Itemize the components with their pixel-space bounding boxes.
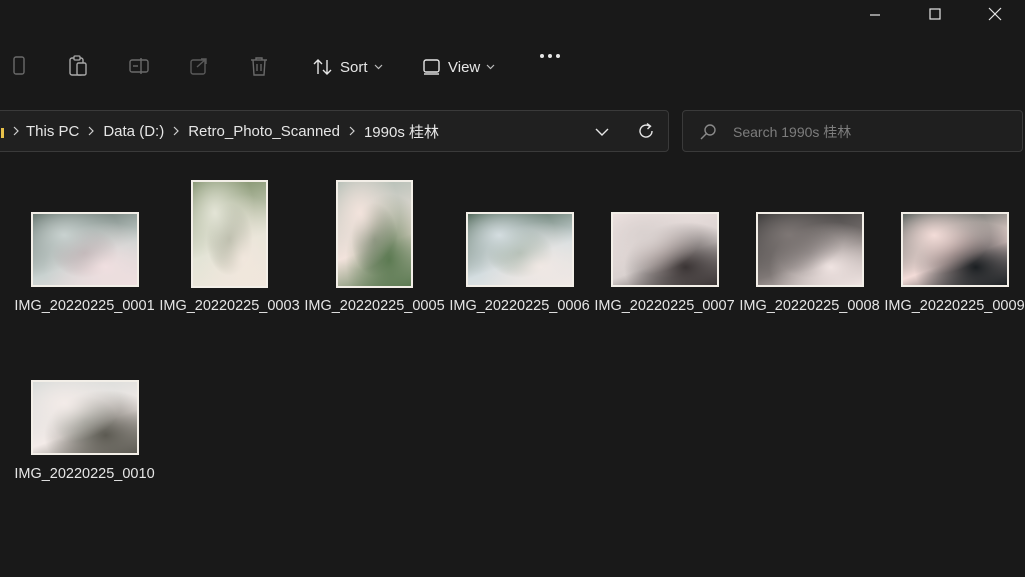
file-name: IMG_20220225_0003 [159, 298, 300, 314]
view-button[interactable]: View [422, 54, 495, 80]
photo-thumbnail [466, 212, 574, 287]
command-bar: Sort View [0, 40, 1025, 94]
file-name: IMG_20220225_0008 [739, 298, 880, 314]
more-icon[interactable] [540, 54, 560, 58]
file-item[interactable]: IMG_20220225_0006 [447, 172, 592, 332]
maximize-button[interactable] [905, 0, 965, 28]
paste-button[interactable] [66, 54, 90, 78]
photo-thumbnail [901, 212, 1009, 287]
search-input[interactable] [731, 120, 1015, 144]
share-icon [190, 58, 207, 75]
photo-thumbnail [31, 212, 139, 287]
cut-button[interactable] [7, 54, 31, 78]
address-bar[interactable]: This PC Data (D:) Retro_Photo_Scanned 19… [0, 110, 669, 152]
rename-icon [129, 58, 149, 74]
file-name: IMG_20220225_0006 [449, 298, 590, 314]
photo-thumbnail [336, 180, 413, 288]
chevron-right-icon [173, 126, 180, 136]
chevron-down-icon [374, 64, 382, 70]
minimize-icon [870, 14, 880, 16]
photo-thumbnail [611, 212, 719, 287]
chevron-right-icon [88, 126, 95, 136]
view-label: View [448, 58, 481, 76]
sort-icon [313, 59, 332, 75]
file-name: IMG_20220225_0009 [884, 298, 1025, 314]
minimize-button[interactable] [845, 0, 905, 28]
photo-thumbnail [31, 380, 139, 455]
file-item[interactable]: IMG_20220225_0009 [882, 172, 1025, 332]
file-name: IMG_20220225_0010 [14, 466, 155, 482]
file-item[interactable]: IMG_20220225_0008 [737, 172, 882, 332]
search-box [682, 110, 1023, 152]
delete-button[interactable] [247, 54, 271, 78]
file-name: IMG_20220225_0001 [14, 298, 155, 314]
file-item[interactable]: IMG_20220225_0010 [12, 340, 157, 500]
sort-label: Sort [340, 58, 368, 76]
close-icon [988, 7, 1002, 21]
breadcrumb-item[interactable]: Data (D:) [103, 123, 164, 140]
photo-thumbnail [191, 180, 268, 288]
breadcrumb-item[interactable]: 1990s 桂林 [364, 121, 439, 142]
refresh-button[interactable] [637, 122, 655, 145]
breadcrumb-item[interactable]: Retro_Photo_Scanned [188, 123, 340, 140]
refresh-icon [639, 122, 653, 138]
chevron-right-icon [349, 126, 355, 136]
rename-button[interactable] [127, 54, 151, 78]
sort-button[interactable]: Sort [312, 54, 383, 80]
search-icon [699, 123, 717, 146]
phone-icon [13, 56, 25, 75]
file-name: IMG_20220225_0007 [594, 298, 735, 314]
share-button[interactable] [187, 54, 211, 78]
clipboard-icon [69, 55, 87, 76]
address-dropdown-button[interactable] [595, 124, 609, 142]
photo-thumbnail [756, 212, 864, 287]
file-item[interactable]: IMG_20220225_0003 [157, 172, 302, 332]
file-name: IMG_20220225_0005 [304, 298, 445, 314]
chevron-down-icon [486, 64, 495, 70]
breadcrumb-item[interactable]: This PC [26, 123, 79, 140]
chevron-down-icon [595, 128, 609, 136]
close-button[interactable] [965, 0, 1025, 28]
file-item[interactable]: IMG_20220225_0001 [12, 172, 157, 332]
file-item[interactable]: IMG_20220225_0005 [302, 172, 447, 332]
file-item[interactable]: IMG_20220225_0007 [592, 172, 737, 332]
folder-icon [1, 128, 4, 138]
breadcrumb: This PC Data (D:) Retro_Photo_Scanned 19… [13, 111, 439, 151]
view-icon [423, 59, 440, 75]
maximize-icon [929, 8, 941, 20]
trash-icon [251, 57, 267, 76]
chevron-right-icon [13, 126, 19, 136]
